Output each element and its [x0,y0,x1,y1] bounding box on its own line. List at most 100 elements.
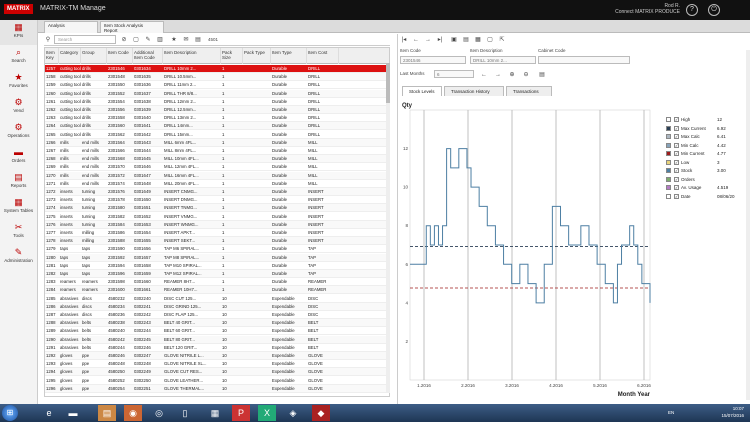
nav-item-search[interactable]: ⌕ Search [0,45,37,70]
nav-item-administration[interactable]: ✎ Administration [0,245,37,270]
table-row[interactable]: 1286 abrasives discs 4580234 0302241 DISC GRI… [45,302,389,311]
table-row[interactable]: 1292 gloves ppe 4580246 0302247 GLOVE NITRILE… [45,352,389,360]
legend-item[interactable]: ✓ Max Calc 6.41 [662,133,742,141]
table-row[interactable]: 1272 inserts turning 2301576 0301649 INSERT C… [45,188,389,196]
table-row[interactable]: 1280 taps taps 2301592 0301657 TAP M8 SPIRAL.… [45,253,389,262]
column-header[interactable]: Item Code [107,48,133,64]
column-header[interactable]: Category [59,48,81,64]
powerpoint-icon[interactable]: P [232,405,250,421]
table-row[interactable]: 1275 inserts turning 2301582 0301652 INSERT V… [45,213,389,221]
edit-icon[interactable]: ✎ [144,36,152,44]
save-icon[interactable]: ▣ [450,36,458,44]
table-row[interactable]: 1269 mills end mills 2301570 0301646 MILL 12m… [45,163,389,172]
table-row[interactable]: 1295 gloves ppe 4580252 0302250 GLOVE LEATHER… [45,377,389,385]
legend-checkbox[interactable]: ✓ [674,159,679,165]
print-icon[interactable]: ▤ [462,36,470,44]
table-row[interactable]: 1261 cutting tools drills 2301554 0301638 DRI… [45,98,389,106]
nav-item-operations[interactable]: ⚙ Operations [0,120,37,145]
legend-item[interactable]: ✓ Max Current 6.92 [662,125,742,133]
table-row[interactable]: 1265 cutting tools drills 2301562 0301642 DRI… [45,131,389,139]
table-row[interactable]: 1284 reamers reamers 2301600 0301661 REAMER 1… [45,286,389,295]
ie-icon[interactable]: e [40,405,58,421]
nav-item-orders[interactable]: ▬ Orders [0,145,37,170]
matrix-taskbar-icon[interactable]: ◆ [312,405,330,421]
item-desc-field[interactable]: DRILL 10mm 2... [470,56,536,64]
nav-item-system-tables[interactable]: ▦ System Tables [0,195,37,220]
column-header[interactable]: Group [81,48,107,64]
table-row[interactable]: 1267 mills end mills 2301566 0301644 MILL 8mm… [45,147,389,155]
calendar-icon[interactable]: ▦ [474,36,482,44]
table-row[interactable]: 1282 taps taps 2301596 0301659 TAP M12 SPIRAL… [45,270,389,278]
table-row[interactable]: 1263 cutting tools drills 2301558 0301640 DRI… [45,114,389,123]
table-row[interactable]: 1258 cutting tools drills 2301548 0301635 DRI… [45,73,389,82]
app-icon[interactable]: ◉ [124,405,142,421]
table-row[interactable]: 1285 abrasives discs 4580232 0302240 DISC CUT… [45,295,389,303]
table-row[interactable]: 1260 cutting tools drills 2301552 0301637 DRI… [45,89,389,98]
table-row[interactable]: 1270 mills end mills 2301572 0301647 MILL 16m… [45,171,389,180]
table-row[interactable]: 1290 abrasives belts 4580242 0302245 BELT 80 … [45,335,389,344]
table-row[interactable]: 1283 reamers reamers 2301598 0301660 REAMER 8… [45,278,389,287]
table-row[interactable]: 1293 gloves ppe 4580248 0302248 GLOVE NITRILE… [45,360,389,369]
chrome-icon[interactable]: ◎ [150,405,168,421]
table-row[interactable]: 1289 abrasives belts 4580240 0302244 BELT 60 … [45,327,389,336]
start-button[interactable]: ⊞ [2,405,18,421]
nav-item-tools[interactable]: ✂ Tools [0,220,37,245]
table-row[interactable]: 1257 cutting tools drills 2301546 0301634 DRI… [45,65,389,73]
power-icon[interactable]: ⏻ [708,4,720,16]
table-row[interactable]: 1274 inserts turning 2301580 0301651 INSERT T… [45,204,389,213]
print-chart-icon[interactable]: ▤ [538,71,546,79]
legend-item[interactable]: ✓ Stock 3.00 [662,167,742,175]
export-icon[interactable]: ▤ [194,36,202,44]
legend-checkbox[interactable]: ✓ [674,151,679,156]
zoom-out-icon[interactable]: ⊖ [522,71,530,79]
legend-item[interactable]: ✓ Av. Usage 4.519 [662,184,742,192]
legend-item[interactable]: ✓ Min Current 4.77 [662,150,742,158]
nav-item-vend[interactable]: ⚙ Vend [0,95,37,120]
table-row[interactable]: 1278 inserts milling 2301588 0301655 INSERT S… [45,237,389,246]
last-icon[interactable]: ▸| [436,36,444,44]
zoom-in-icon[interactable]: ⊕ [508,71,516,79]
table-row[interactable]: 1268 mills end mills 2301568 0301645 MILL 10m… [45,155,389,164]
legend-item[interactable]: ✓ Date 08/06/20 [662,193,742,201]
legend-checkbox[interactable]: ✓ [674,134,679,139]
notes-icon[interactable]: ▯ [176,405,194,421]
folder-icon[interactable]: ▤ [98,405,116,421]
tab-analysis[interactable]: Analysis [44,21,98,33]
table-row[interactable]: 1291 abrasives belts 4580244 0302246 BELT 120… [45,344,389,352]
delete-icon[interactable]: ▥ [156,36,164,44]
search-input[interactable]: Search [54,35,116,44]
tab-stock-levels[interactable]: Stock Levels [402,86,442,96]
legend-checkbox[interactable]: ✓ [674,193,679,199]
column-header[interactable]: Item Description [163,48,221,64]
excel-icon[interactable]: X [258,405,276,421]
table-row[interactable]: 1259 cutting tools drills 2301550 0301636 DRI… [45,81,389,90]
help-icon[interactable]: ? [686,4,698,16]
tab-item-stock-analysis[interactable]: Item Stock Analysis Report [100,21,164,33]
table-row[interactable]: 1294 gloves ppe 4580250 0302249 GLOVE CUT RES… [45,368,389,377]
detail-scrollbar[interactable] [746,50,750,400]
table-row[interactable]: 1271 mills end mills 2301574 0301648 MILL 20m… [45,180,389,188]
table-row[interactable]: 1296 gloves ppe 4580254 0302251 GLOVE THERMAL… [45,384,389,393]
legend-checkbox[interactable]: ✓ [674,142,679,148]
table-row[interactable]: 1276 inserts turning 2301584 0301653 INSERT W… [45,220,389,229]
nav-item-favorites[interactable]: ★ Favorites [0,70,37,95]
forward-icon[interactable]: → [494,71,502,79]
grid-scroll-thumb[interactable] [386,63,390,103]
column-header[interactable]: Pack Size [221,48,243,64]
legend-item[interactable]: ✓ Min Calc 4.42 [662,142,742,150]
last-months-input[interactable]: 6 [434,70,474,78]
clear-icon[interactable]: ⊘ [120,36,128,44]
legend-checkbox[interactable]: ✓ [674,185,679,190]
open-icon[interactable]: ⇱ [498,36,506,44]
legend-checkbox[interactable]: ✓ [674,168,679,173]
legend-checkbox[interactable]: ✓ [674,117,679,122]
tab-transactions[interactable]: Transactions [506,86,552,96]
column-header[interactable]: Item Key [45,48,59,64]
grid-scrollbar[interactable] [386,63,390,393]
column-header[interactable]: Item Cost [307,48,339,64]
db-icon[interactable]: ◈ [284,405,302,421]
first-icon[interactable]: |◂ [400,36,408,44]
cabinet-select[interactable] [538,56,630,64]
back-icon[interactable]: ← [480,71,488,79]
table-row[interactable]: 1281 taps taps 2301594 0301658 TAP M10 SPIRAL… [45,262,389,270]
